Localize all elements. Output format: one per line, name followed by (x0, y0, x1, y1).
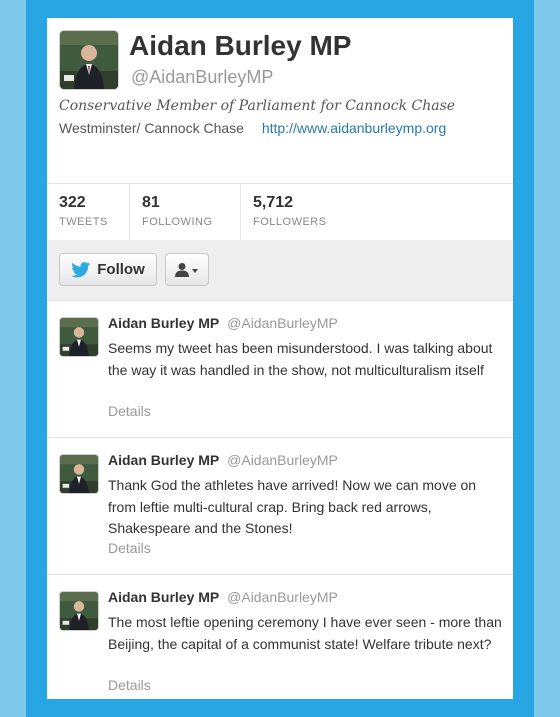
tweet-header: Aidan Burley MP @AidanBurleyMP (108, 589, 338, 605)
profile-card: Aidan Burley MP @AidanBurleyMP Conservat… (47, 18, 513, 699)
tweet-header: Aidan Burley MP @AidanBurleyMP (108, 315, 338, 331)
tweet-author-handle[interactable]: @AidanBurleyMP (227, 452, 338, 468)
profile-avatar[interactable] (59, 30, 119, 90)
tweet-header: Aidan Burley MP @AidanBurleyMP (108, 452, 338, 468)
stat-tweets[interactable]: 322 TWEETS (47, 184, 130, 240)
tweet-text: The most leftie opening ceremony I have … (108, 614, 502, 652)
twitter-bird-icon (71, 261, 91, 278)
stat-followers-label: FOLLOWERS (253, 216, 327, 228)
stat-tweets-value: 322 (59, 194, 86, 211)
stat-followers[interactable]: 5,712 FOLLOWERS (241, 184, 512, 240)
action-bar: Follow (47, 240, 513, 301)
profile-location: Westminster/ Cannock Chase (59, 120, 244, 136)
stat-following-value: 81 (142, 194, 160, 211)
tweet-avatar[interactable] (59, 591, 99, 631)
profile-stats: 322 TWEETS 81 FOLLOWING 5,712 FOLLOWERS (47, 183, 513, 241)
tweet-details-link[interactable]: Details (108, 540, 151, 556)
tweet-author-handle[interactable]: @AidanBurleyMP (227, 589, 338, 605)
tweet-item[interactable]: Aidan Burley MP @AidanBurleyMP Seems my … (47, 301, 513, 438)
tweet-item[interactable]: Aidan Burley MP @AidanBurleyMP Thank God… (47, 438, 513, 575)
tweet-avatar[interactable] (59, 317, 99, 357)
follow-button-label: Follow (97, 261, 145, 278)
tweet-author-name[interactable]: Aidan Burley MP (108, 315, 219, 331)
follow-button[interactable]: Follow (59, 253, 157, 286)
tweet-text: Seems my tweet has been misunderstood. I… (108, 340, 493, 378)
user-actions-dropdown[interactable] (165, 253, 209, 286)
location-line: Westminster/ Cannock Chase http://www.ai… (59, 120, 446, 136)
tweet-item[interactable]: Aidan Burley MP @AidanBurleyMP The most … (47, 575, 513, 699)
tweet-details-link[interactable]: Details (108, 403, 151, 419)
tweet-avatar[interactable] (59, 454, 99, 494)
tweet-author-name[interactable]: Aidan Burley MP (108, 452, 219, 468)
tweet-text: Thank God the athletes have arrived! Now… (108, 477, 477, 536)
stat-tweets-label: TWEETS (59, 216, 108, 228)
stat-following[interactable]: 81 FOLLOWING (130, 184, 241, 240)
stat-followers-value: 5,712 (253, 194, 294, 211)
tweet-author-handle[interactable]: @AidanBurleyMP (227, 315, 338, 331)
profile-handle: @AidanBurleyMP (131, 67, 274, 87)
profile-name[interactable]: Aidan Burley MP (129, 30, 351, 62)
profile-bio: Conservative Member of Parliament for Ca… (59, 98, 456, 114)
profile-header: Aidan Burley MP @AidanBurleyMP Conservat… (47, 18, 513, 184)
tweet-details-link[interactable]: Details (108, 677, 151, 693)
tweet-author-name[interactable]: Aidan Burley MP (108, 589, 219, 605)
stat-following-label: FOLLOWING (142, 216, 213, 228)
profile-url-link[interactable]: http://www.aidanburleymp.org (262, 120, 446, 136)
user-dropdown-icon (175, 262, 198, 277)
